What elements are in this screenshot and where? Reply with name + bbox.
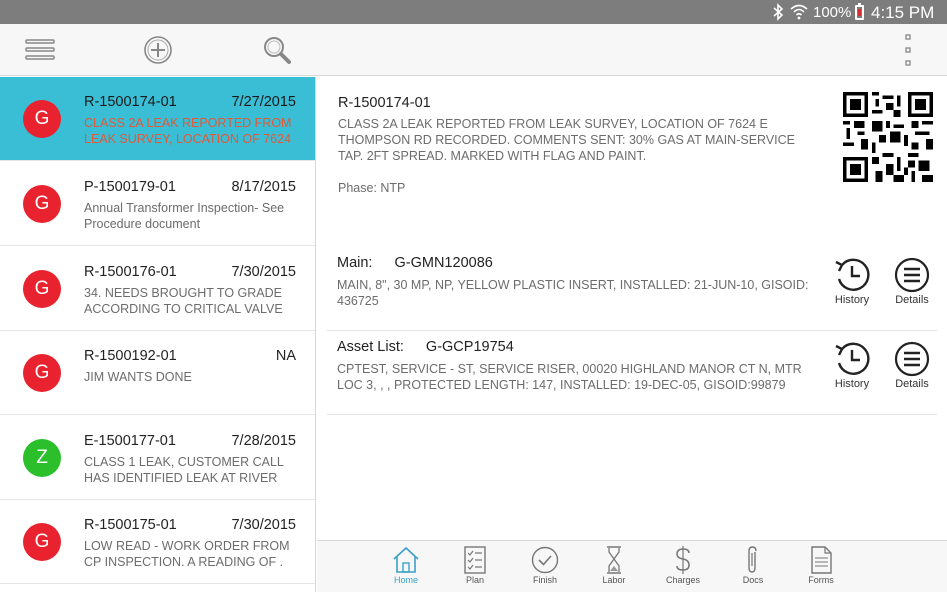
main-description: MAIN, 8", 30 MP, NP, YELLOW PLASTIC INSE…	[337, 278, 809, 308]
work-order-row[interactable]: G R-1500176-01 7/30/2015 34. NEEDS BROUG…	[0, 247, 315, 331]
nav-plan[interactable]: Plan	[445, 546, 505, 590]
paperclip-icon	[748, 546, 757, 573]
work-order-description: Annual Transformer Inspection- See Proce…	[84, 201, 285, 231]
menu-button[interactable]	[18, 24, 62, 76]
nav-home-label: Home	[393, 575, 418, 585]
qr-code-icon	[843, 92, 933, 182]
asset-list-title: Asset List: G-GCP19754	[337, 339, 514, 355]
document-icon	[811, 546, 832, 574]
history-icon	[835, 258, 870, 291]
nav-docs-label: Docs	[742, 575, 764, 585]
nav-charges-label: Charges	[665, 575, 701, 585]
asset-list-label: Asset List:	[337, 339, 404, 355]
asset-list-code: G-GCP19754	[425, 339, 514, 355]
nav-docs[interactable]: Docs	[723, 546, 783, 590]
overflow-menu-button[interactable]	[890, 24, 926, 76]
nav-labor[interactable]: Labor	[584, 546, 644, 590]
toolbar	[0, 24, 947, 76]
more-vertical-icon	[905, 34, 911, 66]
work-order-date: 7/28/2015	[231, 433, 296, 449]
work-order-description: CLASS 2A LEAK REPORTED FROM LEAK SURVEY,…	[84, 116, 292, 146]
work-order-id: E-1500177-01	[84, 433, 176, 449]
work-order-id: R-1500192-01	[84, 348, 177, 364]
hourglass-icon	[607, 546, 621, 574]
main-details-button[interactable]: Details	[887, 257, 937, 307]
detail-description: CLASS 2A LEAK REPORTED FROM LEAK SURVEY,…	[338, 117, 796, 163]
app-window: 100% 4:15 PM G R-1500174-01 7/27/2015 CL…	[0, 0, 947, 592]
nav-labor-label: Labor	[602, 575, 626, 585]
nav-plan-label: Plan	[465, 575, 484, 585]
main-history-button[interactable]: History	[827, 257, 877, 307]
details-list-icon	[894, 257, 930, 293]
nav-forms[interactable]: Forms	[791, 546, 851, 590]
status-badge: G	[23, 185, 61, 223]
work-order-date: 8/17/2015	[231, 179, 296, 195]
work-order-id: R-1500176-01	[84, 264, 177, 280]
home-icon	[393, 546, 419, 573]
nav-finish-label: Finish	[532, 575, 557, 585]
details-label: Details	[895, 294, 929, 306]
work-order-row[interactable]: G P-1500179-01 8/17/2015 Annual Transfor…	[0, 162, 315, 246]
asset-list-section: Asset List: G-GCP19754 CPTEST, SERVICE -…	[327, 331, 937, 415]
work-order-date: 7/27/2015	[231, 94, 296, 110]
work-order-description: JIM WANTS DONE	[84, 370, 192, 384]
work-order-list[interactable]: G R-1500174-01 7/27/2015 CLASS 2A LEAK R…	[0, 77, 316, 592]
nav-home[interactable]: Home	[376, 546, 436, 590]
status-badge: G	[23, 270, 61, 308]
work-order-detail: R-1500174-01 CLASS 2A LEAK REPORTED FROM…	[317, 77, 947, 540]
work-order-date: 7/30/2015	[231, 264, 296, 280]
main-section: Main: G-GMN120086 MAIN, 8", 30 MP, NP, Y…	[327, 247, 937, 331]
history-label: History	[834, 378, 870, 390]
battery-percent: 100%	[813, 4, 852, 21]
search-button[interactable]	[255, 24, 299, 76]
details-list-icon	[894, 341, 930, 377]
checklist-icon	[464, 546, 486, 574]
work-order-id: R-1500174-01	[84, 94, 177, 110]
search-icon	[264, 37, 291, 64]
work-order-date: NA	[275, 348, 296, 364]
nav-finish[interactable]: Finish	[515, 546, 575, 590]
battery-icon	[855, 3, 864, 20]
bottom-nav: Home Plan Finish Labor Charges Docs Form…	[317, 540, 947, 592]
bluetooth-icon	[773, 3, 784, 21]
history-icon	[835, 342, 870, 375]
dollar-icon	[676, 546, 690, 574]
asset-details-button[interactable]: Details	[887, 341, 937, 391]
work-order-description: CLASS 1 LEAK, CUSTOMER CALL HAS IDENTIFI…	[84, 455, 284, 485]
check-circle-icon	[531, 546, 559, 574]
asset-list-description: CPTEST, SERVICE - ST, SERVICE RISER, 000…	[337, 362, 802, 392]
work-order-row[interactable]: G R-1500174-01 7/27/2015 CLASS 2A LEAK R…	[0, 77, 315, 161]
status-badge: Z	[23, 439, 61, 477]
clock: 4:15 PM	[871, 3, 935, 22]
work-order-row[interactable]: Z E-1500177-01 7/28/2015 CLASS 1 LEAK, C…	[0, 416, 315, 500]
work-order-row[interactable]: G R-1500175-01 7/30/2015 LOW READ - WORK…	[0, 500, 315, 584]
wifi-icon	[790, 4, 808, 20]
work-order-description: LOW READ - WORK ORDER FROM CP INSPECTION…	[84, 539, 290, 569]
add-circle-icon	[144, 36, 172, 64]
details-label: Details	[895, 378, 929, 390]
nav-forms-label: Forms	[808, 575, 834, 585]
work-order-description: 34. NEEDS BROUGHT TO GRADE ACCORDING TO …	[84, 286, 283, 316]
main-code: G-GMN120086	[394, 255, 493, 271]
main-title: Main: G-GMN120086	[337, 255, 493, 271]
hamburger-menu-icon	[25, 39, 55, 60]
work-order-id: P-1500179-01	[84, 179, 176, 195]
nav-charges[interactable]: Charges	[653, 546, 713, 590]
work-order-id: R-1500175-01	[84, 517, 177, 533]
detail-phase: Phase: NTP	[338, 181, 406, 195]
status-badge: G	[23, 354, 61, 392]
work-order-row[interactable]: G R-1500192-01 NA JIM WANTS DONE	[0, 331, 315, 415]
asset-history-button[interactable]: History	[827, 341, 877, 391]
status-bar: 100% 4:15 PM	[0, 0, 947, 24]
main-label: Main:	[337, 255, 373, 271]
status-badge: G	[23, 100, 61, 138]
add-button[interactable]	[136, 24, 180, 76]
detail-work-order-id: R-1500174-01	[338, 95, 431, 111]
status-badge: G	[23, 523, 61, 561]
work-order-date: 7/30/2015	[231, 517, 296, 533]
history-label: History	[834, 294, 870, 306]
